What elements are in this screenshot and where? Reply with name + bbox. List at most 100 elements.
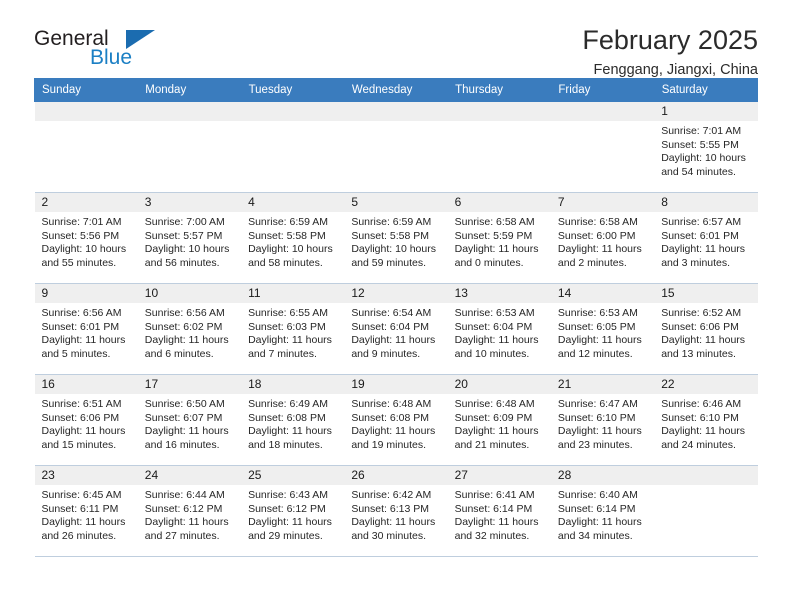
day-info: Sunrise: 6:47 AM Sunset: 6:10 PM Daylight:… <box>551 394 654 452</box>
weekday-header-wednesday: Wednesday <box>343 78 449 102</box>
day-info: Sunrise: 6:53 AM Sunset: 6:05 PM Daylight:… <box>551 303 654 361</box>
day-info: Sunrise: 6:48 AM Sunset: 6:09 PM Daylight:… <box>448 394 551 452</box>
calendar-cell-day-22[interactable]: 22 Sunrise: 6:46 AM Sunset: 6:10 PM Dayligh… <box>654 374 758 466</box>
calendar-header-row: Sunday Monday Tuesday Wednesday Thursday… <box>33 78 759 102</box>
calendar-cell-day-2[interactable]: 2 Sunrise: 7:01 AM Sunset: 5:56 PM Daylight… <box>34 192 138 284</box>
day-number <box>137 102 242 121</box>
sunrise-text: Sunrise: 7:01 AM <box>41 216 122 228</box>
daylight-text: Daylight: 11 hours and 26 minutes. <box>41 516 126 542</box>
day-info: Sunrise: 7:01 AM Sunset: 5:56 PM Daylight:… <box>35 212 138 270</box>
calendar-cell-day-25[interactable]: 25 Sunrise: 6:43 AM Sunset: 6:12 PM Dayligh… <box>241 465 345 557</box>
calendar-cell-day-5[interactable]: 5 Sunrise: 6:59 AM Sunset: 5:58 PM Daylight… <box>344 192 448 284</box>
day-info: Sunrise: 7:01 AM Sunset: 5:55 PM Daylight:… <box>654 121 757 179</box>
calendar-cell-day-20[interactable]: 20 Sunrise: 6:48 AM Sunset: 6:09 PM Dayligh… <box>447 374 551 466</box>
day-number: 12 <box>344 284 448 303</box>
calendar-cell-day-14[interactable]: 14 Sunrise: 6:53 AM Sunset: 6:05 PM Dayligh… <box>550 283 655 375</box>
sunset-text: Sunset: 6:00 PM <box>557 229 636 242</box>
calendar-cell-day-24[interactable]: 24 Sunrise: 6:44 AM Sunset: 6:12 PM Dayligh… <box>137 465 242 557</box>
day-number: 21 <box>550 375 655 394</box>
sunset-text: Sunset: 6:10 PM <box>661 411 739 424</box>
calendar-cell-day-18[interactable]: 18 Sunrise: 6:49 AM Sunset: 6:08 PM Dayligh… <box>241 374 345 466</box>
calendar-cell-day-3[interactable]: 3 Sunrise: 7:00 AM Sunset: 5:57 PM Daylight… <box>137 192 242 284</box>
calendar-cell-day-7[interactable]: 7 Sunrise: 6:58 AM Sunset: 6:00 PM Daylight… <box>550 192 655 284</box>
calendar-cell-empty <box>654 465 758 557</box>
brand-logo[interactable]: General Blue <box>34 26 164 70</box>
weekday-header-friday: Friday <box>550 78 655 102</box>
calendar-cell-day-12[interactable]: 12 Sunrise: 6:54 AM Sunset: 6:04 PM Dayligh… <box>344 283 448 375</box>
calendar-week-row: 23 Sunrise: 6:45 AM Sunset: 6:11 PM Dayligh… <box>34 465 758 557</box>
sunset-text: Sunset: 6:05 PM <box>557 320 636 333</box>
day-info: Sunrise: 6:58 AM Sunset: 5:59 PM Daylight:… <box>448 212 551 270</box>
calendar-cell-day-17[interactable]: 17 Sunrise: 6:50 AM Sunset: 6:07 PM Dayligh… <box>137 374 242 466</box>
calendar-cell-day-4[interactable]: 4 Sunrise: 6:59 AM Sunset: 5:58 PM Daylight… <box>241 192 345 284</box>
calendar-cell-day-28[interactable]: 28 Sunrise: 6:40 AM Sunset: 6:14 PM Dayligh… <box>550 465 655 557</box>
sunrise-text: Sunrise: 6:56 AM <box>144 307 225 319</box>
day-number: 15 <box>654 284 758 303</box>
sunrise-text: Sunrise: 6:43 AM <box>248 489 329 501</box>
calendar-cell-day-1[interactable]: 1 Sunrise: 7:01 AM Sunset: 5:55 PM Daylight… <box>654 101 758 193</box>
sunrise-text: Sunrise: 6:51 AM <box>41 398 122 410</box>
daylight-text: Daylight: 11 hours and 6 minutes. <box>144 334 229 360</box>
sunrise-text: Sunrise: 6:52 AM <box>661 307 742 319</box>
sunrise-text: Sunrise: 6:50 AM <box>144 398 225 410</box>
calendar-cell-day-21[interactable]: 21 Sunrise: 6:47 AM Sunset: 6:10 PM Dayligh… <box>550 374 655 466</box>
sunrise-text: Sunrise: 6:48 AM <box>454 398 535 410</box>
sunset-text: Sunset: 5:58 PM <box>248 229 326 242</box>
sunrise-text: Sunrise: 6:58 AM <box>557 216 638 228</box>
day-number <box>344 102 448 121</box>
calendar-cell-day-15[interactable]: 15 Sunrise: 6:52 AM Sunset: 6:06 PM Dayligh… <box>654 283 758 375</box>
daylight-text: Daylight: 11 hours and 30 minutes. <box>351 516 436 542</box>
day-info: Sunrise: 6:45 AM Sunset: 6:11 PM Daylight:… <box>35 485 138 543</box>
daylight-text: Daylight: 11 hours and 2 minutes. <box>557 243 642 269</box>
day-number: 4 <box>241 193 345 212</box>
calendar-cell-day-10[interactable]: 10 Sunrise: 6:56 AM Sunset: 6:02 PM Dayligh… <box>137 283 242 375</box>
daylight-text: Daylight: 11 hours and 27 minutes. <box>144 516 229 542</box>
calendar-cell-day-11[interactable]: 11 Sunrise: 6:55 AM Sunset: 6:03 PM Dayligh… <box>241 283 345 375</box>
sunset-text: Sunset: 6:10 PM <box>557 411 636 424</box>
day-info: Sunrise: 6:48 AM Sunset: 6:08 PM Daylight:… <box>344 394 447 452</box>
day-info: Sunrise: 6:44 AM Sunset: 6:12 PM Daylight:… <box>138 485 241 543</box>
calendar-cell-day-26[interactable]: 26 Sunrise: 6:42 AM Sunset: 6:13 PM Dayligh… <box>344 465 448 557</box>
calendar-cell-day-13[interactable]: 13 Sunrise: 6:53 AM Sunset: 6:04 PM Dayligh… <box>447 283 551 375</box>
calendar-cell-day-6[interactable]: 6 Sunrise: 6:58 AM Sunset: 5:59 PM Daylight… <box>447 192 551 284</box>
day-number: 27 <box>447 466 551 485</box>
calendar-cell-empty <box>447 101 551 193</box>
weekday-header-tuesday: Tuesday <box>240 78 345 102</box>
calendar-grid: Sunday Monday Tuesday Wednesday Thursday… <box>33 78 759 557</box>
calendar-cell-day-27[interactable]: 27 Sunrise: 6:41 AM Sunset: 6:14 PM Dayligh… <box>447 465 551 557</box>
day-number: 24 <box>137 466 242 485</box>
calendar-cell-day-23[interactable]: 23 Sunrise: 6:45 AM Sunset: 6:11 PM Dayligh… <box>34 465 138 557</box>
sunset-text: Sunset: 6:01 PM <box>661 229 739 242</box>
calendar-cell-empty <box>550 101 655 193</box>
sunset-text: Sunset: 6:09 PM <box>454 411 533 424</box>
day-number <box>654 466 758 485</box>
sunset-text: Sunset: 6:06 PM <box>661 320 739 333</box>
daylight-text: Daylight: 10 hours and 59 minutes. <box>351 243 436 269</box>
day-number <box>550 102 655 121</box>
day-info: Sunrise: 6:42 AM Sunset: 6:13 PM Daylight:… <box>344 485 447 543</box>
brand-name-blue: Blue <box>90 46 133 69</box>
title-block: February 2025 Fenggang, Jiangxi, China <box>582 25 758 79</box>
sunrise-text: Sunrise: 6:58 AM <box>454 216 535 228</box>
sunrise-text: Sunrise: 6:53 AM <box>557 307 638 319</box>
calendar-cell-day-9[interactable]: 9 Sunrise: 6:56 AM Sunset: 6:01 PM Daylight… <box>34 283 138 375</box>
day-number: 9 <box>34 284 138 303</box>
sunset-text: Sunset: 5:57 PM <box>144 229 223 242</box>
calendar-cell-day-8[interactable]: 8 Sunrise: 6:57 AM Sunset: 6:01 PM Daylight… <box>654 192 758 284</box>
day-info: Sunrise: 6:46 AM Sunset: 6:10 PM Daylight:… <box>654 394 757 452</box>
calendar-cell-day-19[interactable]: 19 Sunrise: 6:48 AM Sunset: 6:08 PM Dayligh… <box>344 374 448 466</box>
daylight-text: Daylight: 10 hours and 55 minutes. <box>41 243 127 269</box>
day-number: 2 <box>34 193 138 212</box>
daylight-text: Daylight: 11 hours and 29 minutes. <box>248 516 332 542</box>
daylight-text: Daylight: 11 hours and 13 minutes. <box>661 334 746 360</box>
day-number: 28 <box>550 466 655 485</box>
calendar-cell-day-16[interactable]: 16 Sunrise: 6:51 AM Sunset: 6:06 PM Dayligh… <box>34 374 138 466</box>
daylight-text: Daylight: 11 hours and 24 minutes. <box>661 425 746 451</box>
sunrise-text: Sunrise: 6:41 AM <box>454 489 535 501</box>
sunset-text: Sunset: 5:59 PM <box>454 229 533 242</box>
weekday-header-monday: Monday <box>137 78 242 102</box>
day-number <box>241 102 345 121</box>
page-subtitle: Fenggang, Jiangxi, China <box>593 62 758 79</box>
daylight-text: Daylight: 11 hours and 18 minutes. <box>248 425 332 451</box>
weekday-header-thursday: Thursday <box>447 78 552 102</box>
